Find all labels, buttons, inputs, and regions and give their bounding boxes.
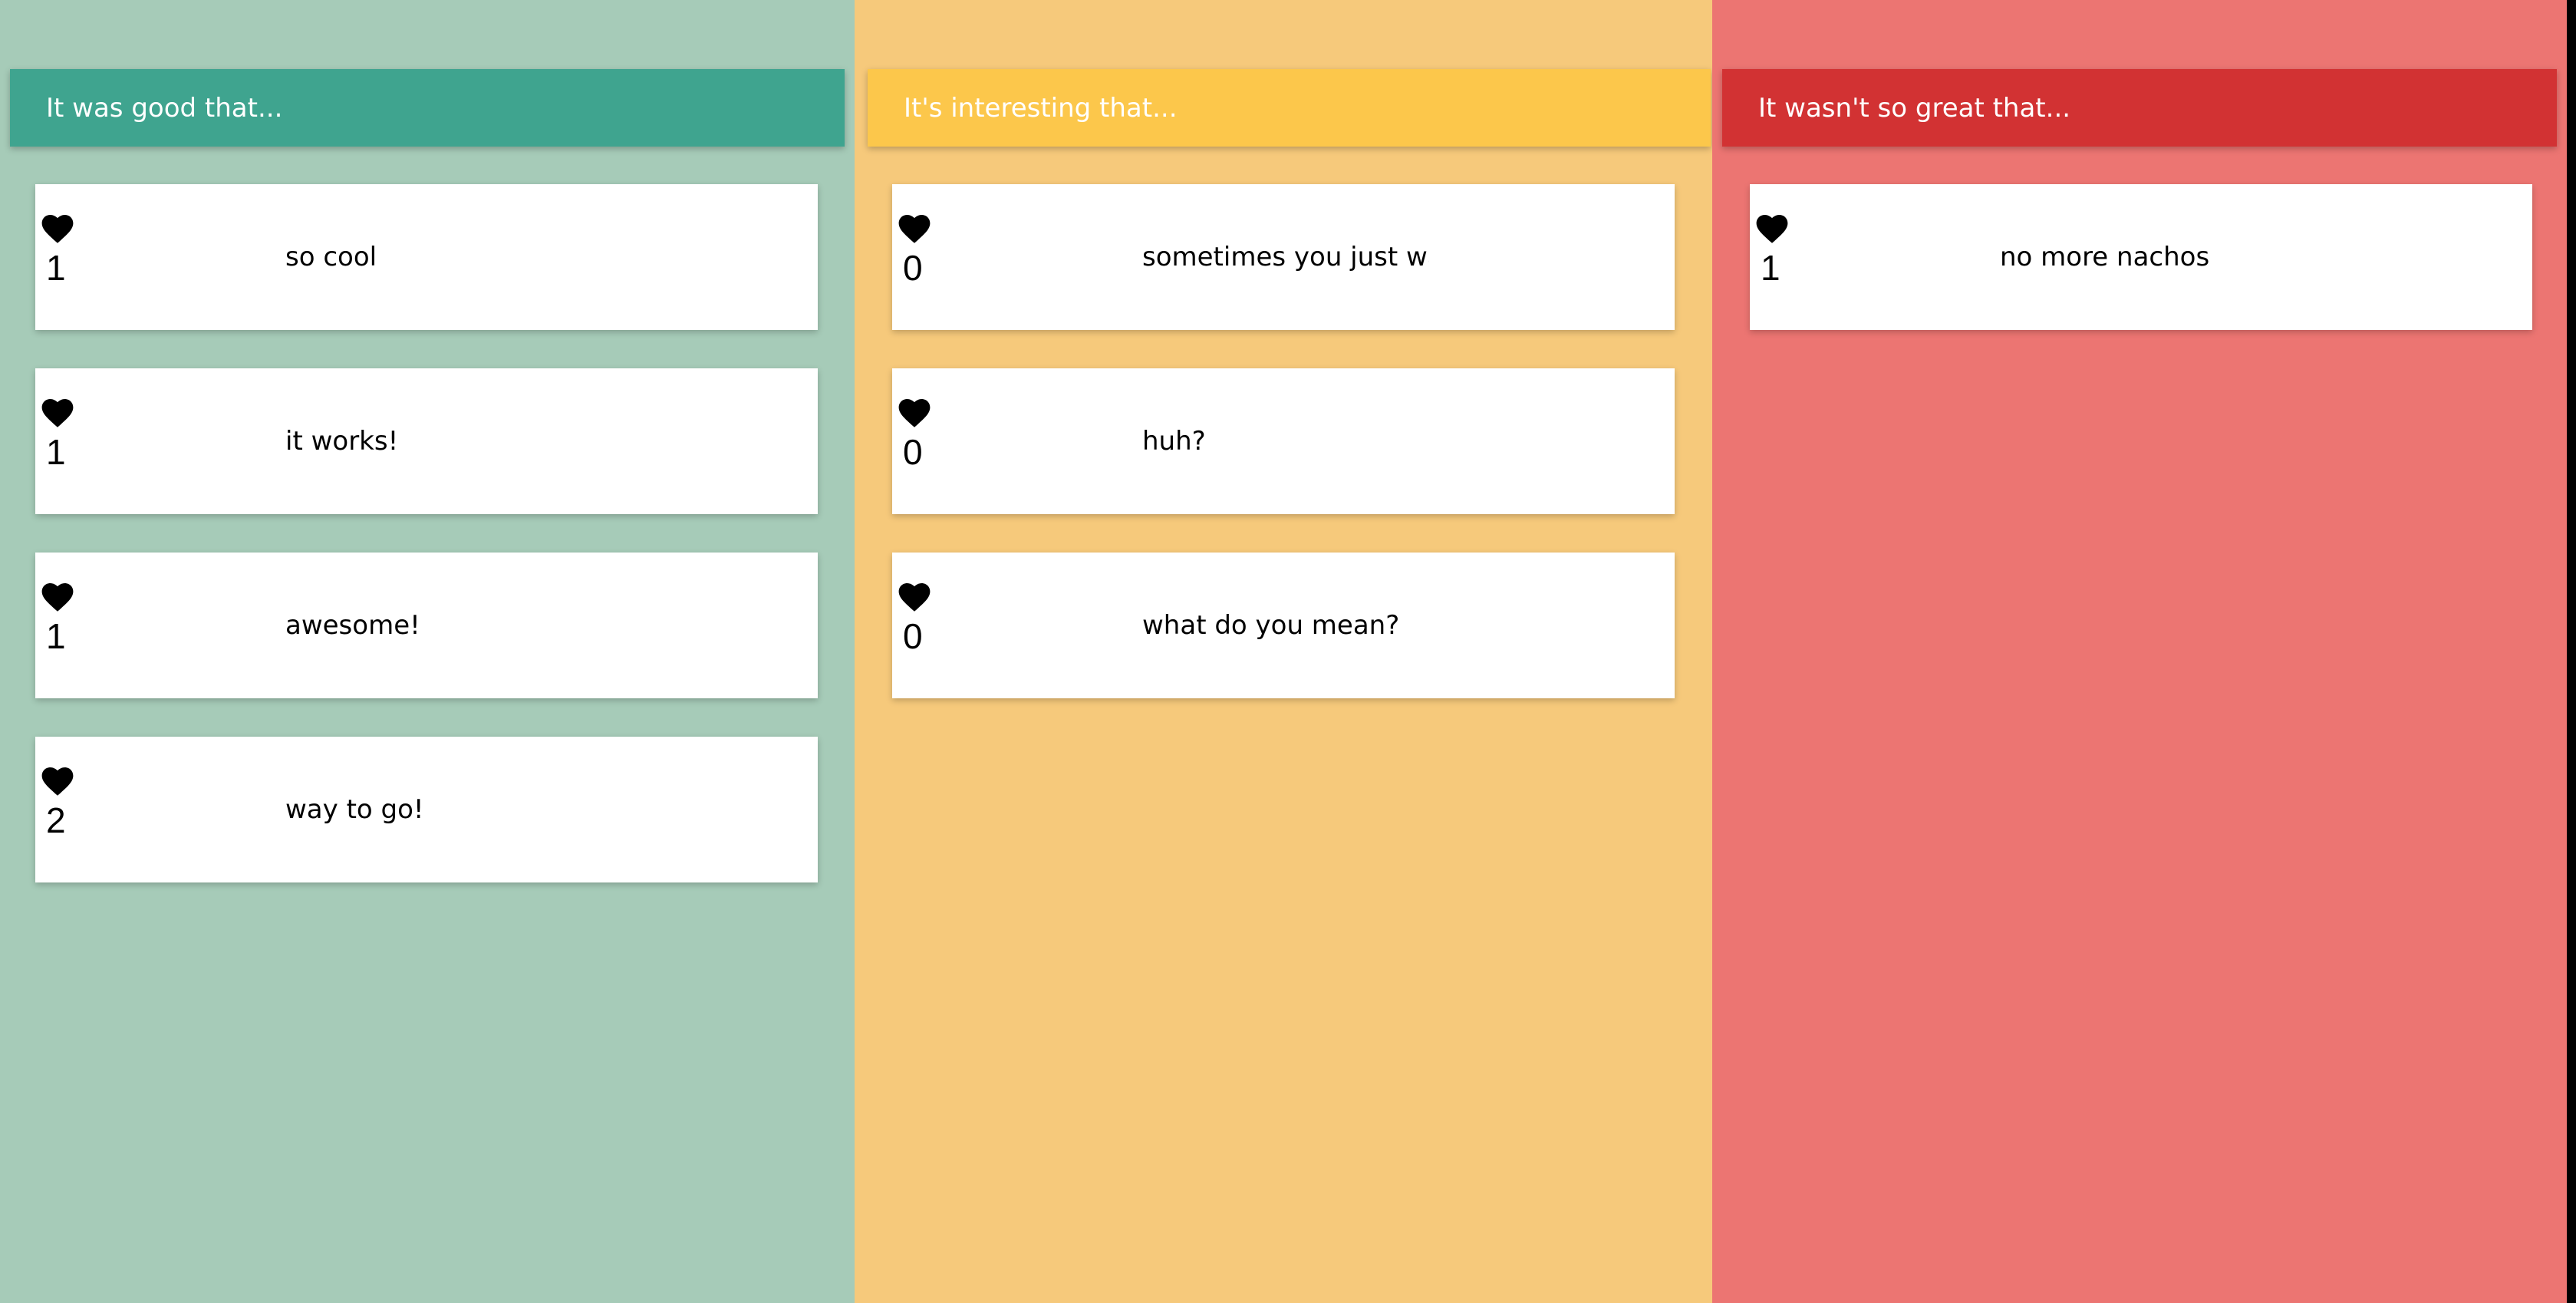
column-header-interesting: It's interesting that... [868, 69, 1711, 147]
heart-icon[interactable] [41, 215, 74, 244]
vote-control[interactable]: 1 [41, 583, 87, 654]
column-header-good: It was good that... [10, 69, 845, 147]
vote-count: 0 [903, 432, 923, 472]
vote-count: 1 [46, 248, 66, 288]
heart-icon[interactable] [898, 583, 931, 612]
card-text: huh? [1142, 426, 1206, 457]
heart-icon[interactable] [41, 583, 74, 612]
column-title: It wasn't so great that... [1758, 92, 2071, 124]
retro-card[interactable]: 1 awesome! [35, 553, 818, 698]
heart-icon[interactable] [41, 767, 74, 797]
vote-count: 0 [903, 616, 923, 656]
vote-control[interactable]: 0 [898, 583, 944, 654]
vote-count: 1 [46, 616, 66, 656]
card-text: way to go! [285, 794, 424, 825]
vote-count: 2 [46, 800, 66, 840]
vote-count: 0 [903, 248, 923, 288]
vote-count: 1 [1761, 248, 1780, 288]
column-header-not-great: It wasn't so great that... [1722, 69, 2557, 147]
column-title: It was good that... [46, 92, 283, 124]
vote-control[interactable]: 0 [898, 399, 944, 470]
heart-icon[interactable] [898, 215, 931, 244]
retro-board: It was good that... 1 so cool 1 it works… [0, 0, 2576, 1303]
card-text: it works! [285, 426, 399, 457]
heart-icon[interactable] [898, 399, 931, 428]
column-good: It was good that... 1 so cool 1 it works… [0, 0, 855, 1303]
retro-card[interactable]: 0 sometimes you just wan [892, 184, 1675, 330]
card-text: no more nachos [2000, 242, 2210, 272]
column-interesting: It's interesting that... 0 sometimes you… [855, 0, 1712, 1303]
vote-control[interactable]: 1 [41, 215, 87, 285]
retro-card[interactable]: 0 what do you mean? [892, 553, 1675, 698]
vote-control[interactable]: 0 [898, 215, 944, 285]
retro-card[interactable]: 1 so cool [35, 184, 818, 330]
column-title: It's interesting that... [904, 92, 1178, 124]
heart-icon[interactable] [1756, 215, 1788, 244]
card-text: sometimes you just wan [1142, 242, 1429, 272]
card-text: awesome! [285, 610, 420, 641]
vote-count: 1 [46, 432, 66, 472]
retro-card[interactable]: 2 way to go! [35, 737, 818, 882]
retro-card[interactable]: 1 no more nachos [1750, 184, 2532, 330]
vote-control[interactable]: 1 [1756, 215, 1802, 285]
retro-card[interactable]: 0 huh? [892, 368, 1675, 514]
heart-icon[interactable] [41, 399, 74, 428]
retro-card[interactable]: 1 it works! [35, 368, 818, 514]
vote-control[interactable]: 1 [41, 399, 87, 470]
column-not-great: It wasn't so great that... 1 no more nac… [1712, 0, 2567, 1303]
card-text: so cool [285, 242, 377, 272]
vote-control[interactable]: 2 [41, 767, 87, 838]
card-text: what do you mean? [1142, 610, 1400, 641]
